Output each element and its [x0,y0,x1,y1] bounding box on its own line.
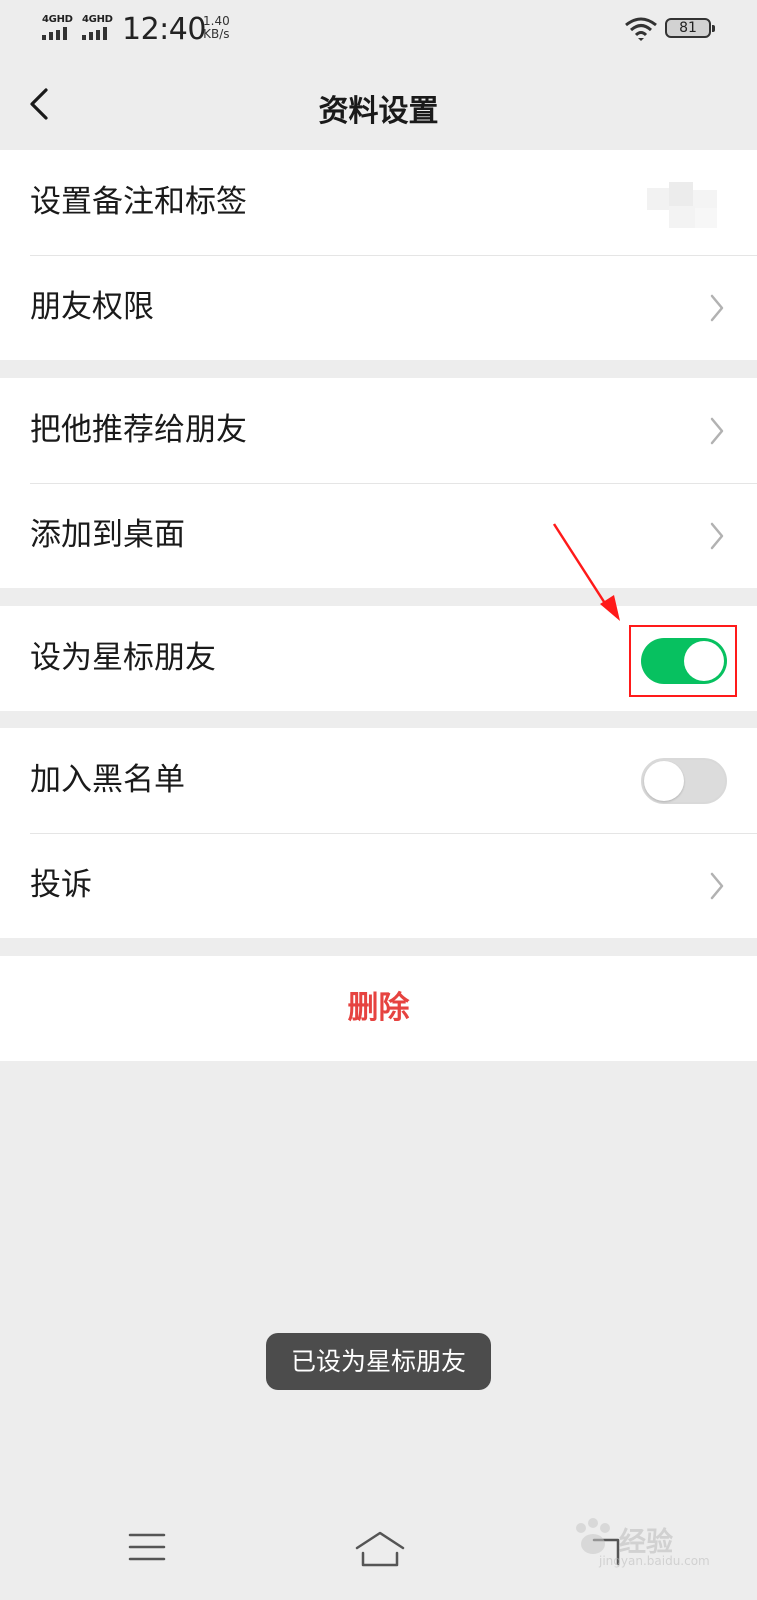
remark-tags-row[interactable]: 设置备注和标签 [0,150,757,255]
chevron-right-icon [710,417,724,445]
recommend-friend-label: 把他推荐给朋友 [30,412,247,448]
baidu-jingyan-watermark: 经验 jingyan.baidu.com [569,1510,719,1570]
add-to-desktop-row[interactable]: 添加到桌面 [0,483,757,588]
network-speed-unit: KB/s [203,27,230,41]
delete-button[interactable]: 删除 [0,956,757,1061]
blurred-remark-value [647,182,741,232]
star-friend-label: 设为星标朋友 [30,640,216,676]
page-title: 资料设置 [318,94,439,129]
chevron-right-icon [710,294,724,322]
status-bar: 4GHD 4GHD 12:40 1.40 KB/s 81 [0,0,757,58]
settings-group-4: 加入黑名单 投诉 [0,728,757,938]
remark-tags-label: 设置备注和标签 [30,184,247,220]
annotation-highlight-box [629,625,737,697]
delete-label: 删除 [347,990,410,1026]
clock: 12:40 [122,12,206,47]
nav-bar: 资料设置 [0,58,757,150]
blacklist-toggle[interactable] [641,758,727,804]
add-to-desktop-label: 添加到桌面 [30,517,185,553]
blacklist-row: 加入黑名单 [0,728,757,833]
watermark-url: jingyan.baidu.com [599,1554,710,1568]
battery-icon: 81 [665,18,715,38]
wifi-icon [625,17,657,41]
toast-message: 已设为星标朋友 [266,1333,491,1390]
toggle-knob [644,761,684,801]
signal-sim1-icon: 4GHD [40,14,74,42]
settings-group-2: 把他推荐给朋友 添加到桌面 [0,378,757,588]
complaint-row[interactable]: 投诉 [0,833,757,938]
recommend-friend-row[interactable]: 把他推荐给朋友 [0,378,757,483]
complaint-label: 投诉 [30,867,92,903]
sim1-label: 4GHD [42,14,73,25]
chevron-right-icon [710,872,724,900]
network-speed: 1.40 KB/s [203,15,230,41]
sim2-label: 4GHD [82,14,113,25]
annotation-arrow-icon [552,523,620,621]
friend-permission-row[interactable]: 朋友权限 [0,255,757,360]
friend-permission-label: 朋友权限 [30,289,154,325]
signal-sim2-icon: 4GHD [80,14,114,42]
home-icon[interactable] [354,1530,406,1568]
blacklist-label: 加入黑名单 [30,762,185,798]
settings-group-1: 设置备注和标签 朋友权限 [0,150,757,360]
chevron-right-icon [710,522,724,550]
menu-icon[interactable] [128,1530,166,1564]
